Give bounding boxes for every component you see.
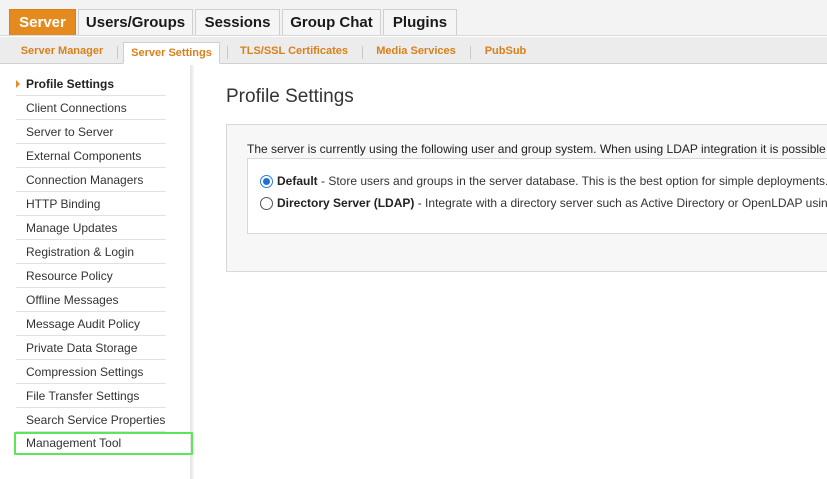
sidebar-item-resource-policy[interactable]: Resource Policy — [16, 264, 166, 288]
sidebar-item-external-components[interactable]: External Components — [16, 144, 166, 168]
top-tab-bar: Server Users/Groups Sessions Group Chat … — [0, 0, 827, 36]
sidebar-item-offline-messages[interactable]: Offline Messages — [16, 288, 166, 312]
page-title: Profile Settings — [226, 86, 354, 107]
intro-text: The server is currently using the follow… — [247, 142, 826, 156]
main-content: Profile Settings The server is currently… — [194, 65, 827, 479]
sub-tab-bar: Server Manager Server Settings TLS/SSL C… — [0, 37, 827, 64]
option-default-text: Default - Store users and groups in the … — [277, 172, 827, 190]
options-box: Default - Store users and groups in the … — [247, 158, 827, 234]
subtab-divider — [470, 46, 471, 59]
sidebar-item-profile-settings[interactable]: Profile Settings — [16, 72, 166, 96]
subtab-server-manager[interactable]: Server Manager — [14, 43, 110, 63]
tab-server[interactable]: Server — [9, 9, 76, 35]
sidebar-item-registration-login[interactable]: Registration & Login — [16, 240, 166, 264]
tab-plugins[interactable]: Plugins — [383, 9, 457, 35]
subtab-media-services[interactable]: Media Services — [370, 43, 462, 63]
option-default-description: - Store users and groups in the server d… — [317, 174, 827, 188]
option-ldap-label: Directory Server (LDAP) — [277, 196, 415, 210]
sidebar-item-message-audit-policy[interactable]: Message Audit Policy — [16, 312, 166, 336]
tab-users-groups[interactable]: Users/Groups — [78, 9, 193, 35]
sidebar-item-manage-updates[interactable]: Manage Updates — [16, 216, 166, 240]
subtab-tls-ssl-certificates[interactable]: TLS/SSL Certificates — [235, 43, 353, 63]
sidebar-item-private-data-storage[interactable]: Private Data Storage — [16, 336, 166, 360]
sidebar-item-http-binding[interactable]: HTTP Binding — [16, 192, 166, 216]
option-ldap-description: - Integrate with a directory server such… — [414, 196, 827, 210]
option-ldap-text: Directory Server (LDAP) - Integrate with… — [277, 194, 827, 212]
subtab-divider — [362, 46, 363, 59]
tab-group-chat[interactable]: Group Chat — [282, 9, 381, 35]
option-default-label: Default — [277, 174, 318, 188]
sidebar-item-client-connections[interactable]: Client Connections — [16, 96, 166, 120]
radio-default[interactable] — [260, 175, 273, 188]
sidebar-item-connection-managers[interactable]: Connection Managers — [16, 168, 166, 192]
sidebar-item-compression-settings[interactable]: Compression Settings — [16, 360, 166, 384]
subtab-divider — [227, 46, 228, 59]
settings-panel: The server is currently using the follow… — [226, 124, 827, 272]
subtab-server-settings[interactable]: Server Settings — [123, 42, 220, 64]
subtab-pubsub[interactable]: PubSub — [478, 43, 533, 63]
sidebar-item-management-tool[interactable]: Management Tool — [14, 432, 193, 455]
sidebar-item-search-service-properties[interactable]: Search Service Properties — [16, 408, 166, 432]
tab-sessions[interactable]: Sessions — [195, 9, 280, 35]
radio-ldap[interactable] — [260, 197, 273, 210]
sidebar-item-file-transfer-settings[interactable]: File Transfer Settings — [16, 384, 166, 408]
sidebar-item-server-to-server[interactable]: Server to Server — [16, 120, 166, 144]
subtab-divider — [117, 46, 118, 59]
